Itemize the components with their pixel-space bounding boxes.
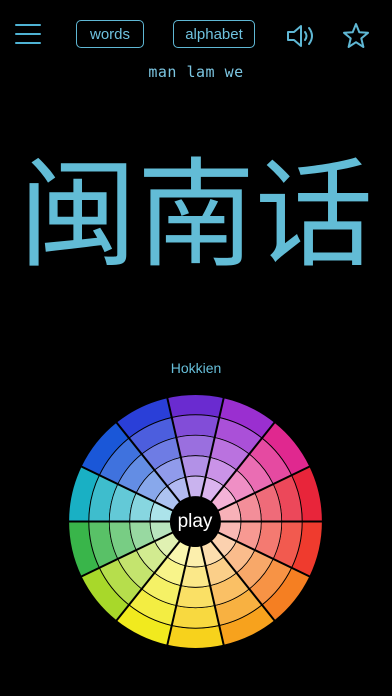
wheel-segment[interactable] [166, 624, 225, 650]
wheel-segment[interactable] [166, 393, 225, 419]
words-button[interactable]: words [76, 20, 144, 48]
language-label: Hokkien [170, 360, 222, 376]
alphabet-button[interactable]: alphabet [173, 20, 255, 48]
wheel-segment[interactable] [171, 414, 220, 438]
speaker-icon[interactable] [285, 22, 317, 50]
wheel-segment[interactable] [171, 605, 220, 629]
star-icon[interactable] [342, 22, 370, 50]
romanization-text: man lam we [148, 63, 244, 81]
play-button[interactable]: play [170, 497, 220, 547]
wheel-segment[interactable] [175, 434, 216, 458]
wheel-segment[interactable] [175, 585, 216, 609]
top-toolbar: words alphabet [0, 0, 392, 70]
hamburger-menu-icon[interactable] [15, 24, 41, 46]
chinese-characters: 闽南话 [18, 146, 373, 284]
